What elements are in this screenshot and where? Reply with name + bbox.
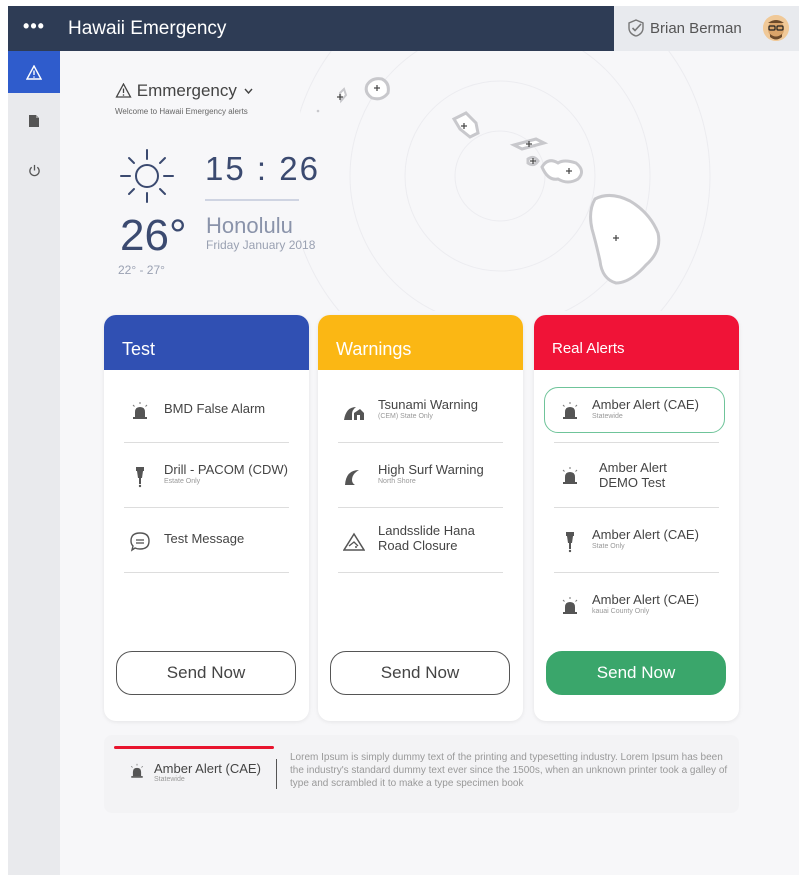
clock-time: 15 : 26 [205,150,320,187]
list-item-label: Amber Alert (CAE) Statewide [592,397,699,420]
main-content: Emmergency Welcome to Hawaii Emergency a… [60,51,799,875]
date-label: Friday January 2018 [206,238,316,252]
alert-indicator-line [114,746,274,749]
warning-icon [26,64,42,80]
list-item-label: BMD False Alarm [164,401,266,416]
chevron-down-icon [244,88,253,95]
power-icon [28,164,40,176]
siren-icon [562,402,578,419]
siren-icon [562,467,578,484]
section-title[interactable]: Emmergency [115,81,253,101]
verified-check-icon [628,19,644,37]
tsunami-icon [344,407,364,420]
list-item-label: Test Message [164,531,245,546]
siren-icon [132,402,148,419]
warning-icon [115,82,132,98]
list-item-label: Amber Alert (CAE) kauai County Only [592,592,699,615]
sidebar-item-power[interactable] [8,149,60,191]
list-item[interactable]: Amber Alert (CAE) State Only [554,509,719,573]
list-item[interactable]: Amber Alert (CAE) kauai County Only [554,574,719,638]
menu-dots-icon[interactable]: ••• [8,6,60,51]
alert-scope: Statewide [154,776,185,783]
send-now-button[interactable]: Send Now [116,651,296,695]
temperature-range: 22° - 27° [118,263,165,277]
card-test: Test BMD False Alarm Drill - PACOM (CDW)… [104,315,309,721]
city-name: Honolulu [206,213,293,238]
list-item-label: Tsunami Warning (CEM) State Only [378,397,478,420]
app-title: Hawaii Emergency [68,18,227,39]
sprinkler-icon [136,467,144,488]
list-item[interactable]: BMD False Alarm [124,379,289,443]
sidebar-item-documents[interactable] [8,100,60,142]
send-now-button[interactable]: Send Now [330,651,510,695]
siren-icon [130,763,144,778]
divider [276,759,277,789]
card-warnings: Warnings Tsunami Warning (CEM) State Only… [318,315,523,721]
list-item[interactable]: Landsslide Hana Road Closure [338,509,503,573]
list-item[interactable]: High Surf Warning North Shore [338,444,503,508]
sun-icon [120,149,174,203]
list-item[interactable]: Amber Alert DEMO Test [554,444,719,508]
list-item[interactable]: Test Message [124,509,289,573]
card-real-alerts: Real Alerts Amber Alert (CAE) Statewide A… [534,315,739,721]
send-now-button[interactable]: Send Now [546,651,726,695]
list-item-label: Drill - PACOM (CDW) Estate Only [164,462,288,485]
sidebar [8,51,67,875]
user-menu[interactable]: Brian Berman [614,6,799,51]
temperature: 26° [120,211,187,260]
section-subtitle: Welcome to Hawaii Emergency alerts [115,107,248,116]
sidebar-item-alerts[interactable] [8,51,67,93]
list-item-label: Amber Alert DEMO Test [599,460,667,490]
top-bar: ••• Hawaii Emergency Brian Berman [8,6,799,51]
card-title: Test [104,315,309,370]
hawaii-map [300,51,711,311]
clock-underline [205,199,299,201]
avatar[interactable] [763,15,789,41]
alert-description: Lorem Ipsum is simply dummy text of the … [290,752,728,789]
sprinkler-icon [566,532,574,553]
list-item-selected[interactable]: Amber Alert (CAE) Statewide [554,379,719,443]
card-title: Warnings [318,315,523,370]
alert-details-panel: Amber Alert (CAE) Statewide Lorem Ipsum … [104,735,739,813]
list-item-label: High Surf Warning North Shore [378,462,484,485]
section-title-label: Emmergency [136,81,237,100]
siren-icon [562,597,578,614]
list-item-label: Amber Alert (CAE) State Only [592,527,699,550]
avatar-face-icon [763,15,789,41]
alert-name: Amber Alert (CAE) [154,761,261,776]
document-icon [29,115,39,127]
user-name: Brian Berman [650,20,742,37]
list-item[interactable]: Drill - PACOM (CDW) Estate Only [124,444,289,508]
card-title: Real Alerts [534,315,739,370]
list-item-label: Landsslide Hana Road Closure [378,523,475,553]
landslide-icon [343,532,365,551]
wave-icon [345,470,359,485]
list-item[interactable]: Tsunami Warning (CEM) State Only [338,379,503,443]
chat-bubble-icon [130,532,150,552]
